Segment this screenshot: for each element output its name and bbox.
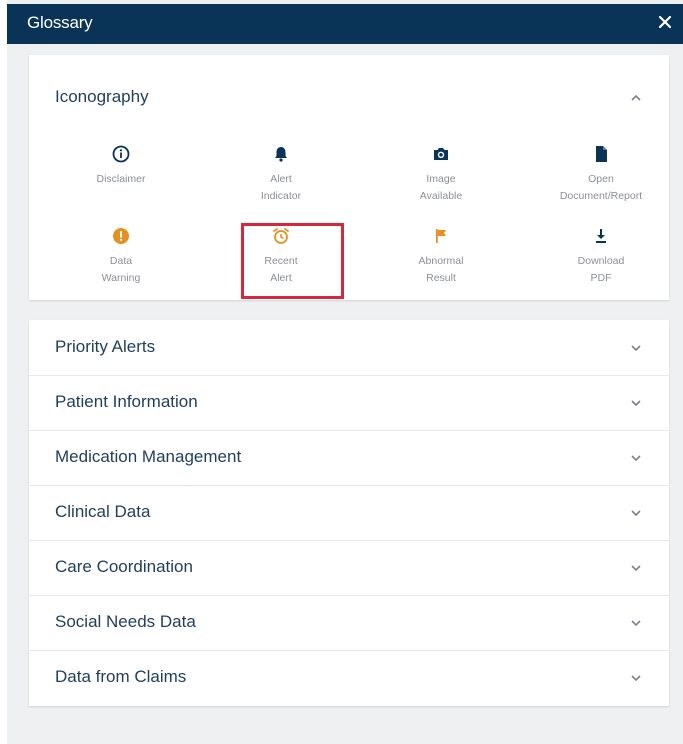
iconography-title: Iconography — [55, 87, 149, 106]
legend-label: Download PDF — [577, 255, 625, 284]
section-priority-alerts[interactable]: Priority Alerts — [29, 320, 669, 376]
section-social-needs-data[interactable]: Social Needs Data — [29, 595, 669, 651]
section-clinical-data[interactable]: Clinical Data — [29, 485, 669, 541]
warning-circle-icon — [110, 225, 132, 247]
section-patient-information[interactable]: Patient Information — [29, 375, 669, 431]
iconography-card: Iconography Disclaimer Alert Indicator I… — [29, 55, 669, 300]
glossary-header: Glossary — [7, 4, 683, 44]
close-icon — [658, 15, 672, 29]
chevron-down-icon — [629, 341, 643, 355]
chevron-down-icon — [629, 451, 643, 465]
camera-icon — [430, 143, 452, 165]
legend-item-open-document: Open Document/Report — [521, 143, 681, 215]
recent-alert-highlight-box — [241, 223, 344, 299]
chevron-down-icon — [629, 506, 643, 520]
legend-item-disclaimer: Disclaimer — [41, 143, 201, 215]
section-care-coordination[interactable]: Care Coordination — [29, 540, 669, 596]
chevron-down-icon — [629, 396, 643, 410]
collapse-iconography-button[interactable] — [629, 91, 643, 105]
glossary-panel: Glossary Iconography Disclaimer Alert In… — [7, 0, 683, 744]
section-label: Data from Claims — [55, 667, 187, 686]
legend-item-alert-indicator: Alert Indicator — [201, 143, 361, 215]
bell-icon — [270, 143, 292, 165]
section-label: Patient Information — [55, 392, 198, 411]
legend-item-download-pdf: Download PDF — [521, 225, 681, 297]
info-circle-icon — [110, 143, 132, 165]
glossary-title: Glossary — [27, 13, 93, 32]
legend-label: Image Available — [419, 173, 463, 202]
icon-legend-grid: Disclaimer Alert Indicator Image Availab… — [29, 143, 669, 293]
chevron-up-icon — [631, 94, 641, 101]
chevron-down-icon — [629, 671, 643, 685]
close-button[interactable] — [653, 10, 677, 34]
legend-item-image-available: Image Available — [361, 143, 521, 215]
section-label: Social Needs Data — [55, 612, 196, 631]
chevron-down-icon — [629, 616, 643, 630]
legend-label: Alert Indicator — [260, 173, 302, 202]
download-icon — [590, 225, 612, 247]
section-medication-management[interactable]: Medication Management — [29, 430, 669, 486]
legend-label: Data Warning — [101, 255, 141, 284]
chevron-down-icon — [629, 561, 643, 575]
legend-label: Open Document/Report — [559, 173, 643, 202]
section-label: Medication Management — [55, 447, 242, 466]
section-label: Clinical Data — [55, 502, 151, 521]
flag-icon — [430, 225, 452, 247]
section-data-from-claims[interactable]: Data from Claims — [29, 650, 669, 705]
legend-item-abnormal-result: Abnormal Result — [361, 225, 521, 297]
legend-label: Abnormal Result — [418, 255, 464, 284]
section-label: Care Coordination — [55, 557, 193, 576]
sections-card: Priority Alerts Patient Information Medi… — [29, 320, 669, 706]
section-label: Priority Alerts — [55, 337, 156, 356]
document-icon — [590, 143, 612, 165]
legend-item-data-warning: Data Warning — [41, 225, 201, 297]
legend-label: Disclaimer — [96, 173, 146, 185]
